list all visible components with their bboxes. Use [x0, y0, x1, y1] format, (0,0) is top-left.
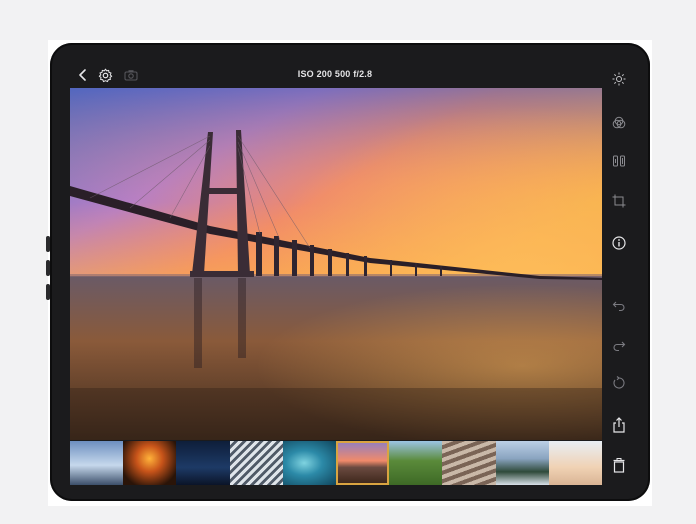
color-filter-icon[interactable] [610, 114, 628, 132]
adjust-icon[interactable] [610, 152, 628, 170]
thumbnail-7[interactable] [389, 441, 443, 485]
thumbnail-8[interactable] [442, 441, 496, 485]
thumbnail-3[interactable] [176, 441, 230, 485]
info-icon[interactable] [610, 234, 628, 252]
thumbnail-1[interactable] [70, 441, 124, 485]
exif-info: ISO 200 500 f/2.8 [297, 69, 373, 79]
delete-icon[interactable] [610, 456, 628, 474]
volume-down-button [46, 260, 50, 276]
thumbnail-4[interactable] [229, 441, 283, 485]
crop-icon[interactable] [610, 192, 628, 210]
top-toolbar: ISO 200 500 f/2.8 [70, 64, 600, 86]
thumbnail-9[interactable] [495, 441, 549, 485]
thumbnail-filmstrip [70, 441, 603, 485]
brightness-icon[interactable] [610, 70, 628, 88]
share-icon[interactable] [610, 416, 628, 434]
thumbnail-2[interactable] [123, 441, 177, 485]
thumbnail-5[interactable] [282, 441, 337, 485]
undo-icon[interactable] [610, 296, 628, 314]
redo-icon[interactable] [610, 336, 628, 354]
thumbnail-10[interactable] [548, 441, 603, 485]
thumbnail-6-selected[interactable] [336, 441, 390, 485]
side-button [46, 284, 50, 300]
volume-up-button [46, 236, 50, 252]
right-tool-sidebar [604, 64, 634, 484]
revert-icon[interactable] [610, 374, 628, 392]
main-photo [70, 88, 602, 440]
